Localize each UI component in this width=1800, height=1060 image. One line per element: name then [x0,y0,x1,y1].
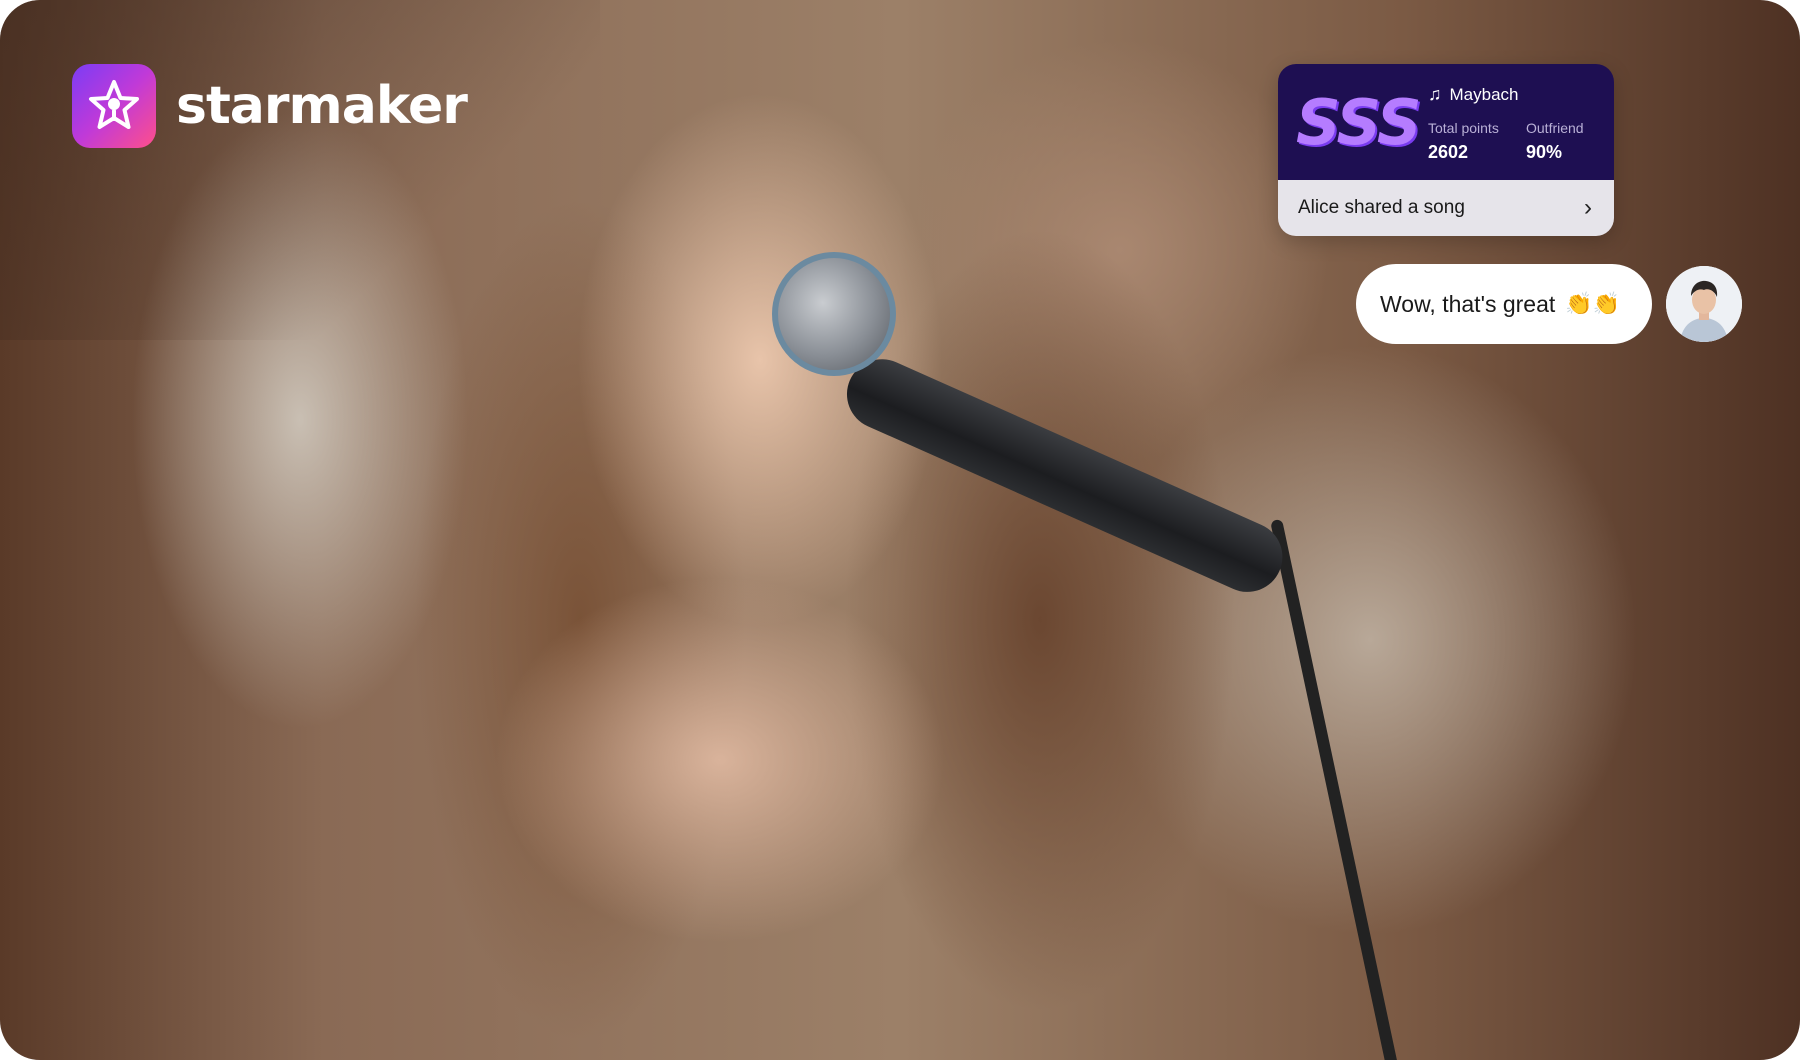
microphone-head [772,252,896,376]
microphone-handle [835,348,1294,604]
microphone-cable [1270,518,1399,1060]
brand-logo[interactable]: starmaker [72,64,468,148]
hero-photo: starmaker SSS ♫ Maybach Total points 260… [0,0,1800,1060]
song-title-row: ♫ Maybach [1428,84,1518,105]
stat-value-outfriend: 90% [1526,142,1563,162]
comment-text: Wow, that's great [1380,290,1556,317]
user-avatar[interactable] [1666,266,1742,342]
share-row[interactable]: Alice shared a song › [1278,180,1614,236]
chevron-right-icon: › [1584,194,1592,221]
score-card[interactable]: SSS ♫ Maybach Total points 2602 Outfrien… [1278,64,1614,236]
star-microphone-icon [72,64,156,148]
stat-label-outfriend: Outfriend [1526,120,1584,136]
clapping-hands-icon: 👏👏 [1565,291,1621,316]
grade-badge: SSS [1296,86,1422,159]
stat-value-total-points: 2602 [1428,142,1469,162]
music-note-icon: ♫ [1428,84,1442,104]
stat-label-total-points: Total points [1428,120,1499,136]
song-title: Maybach [1449,84,1519,104]
photo-shade [0,0,600,340]
score-card-header: SSS ♫ Maybach Total points 2602 Outfrien… [1278,64,1614,180]
brand-name: starmaker [176,76,468,136]
share-text: Alice shared a song [1298,197,1465,218]
comment-bubble: Wow, that's great 👏👏 [1356,264,1652,344]
